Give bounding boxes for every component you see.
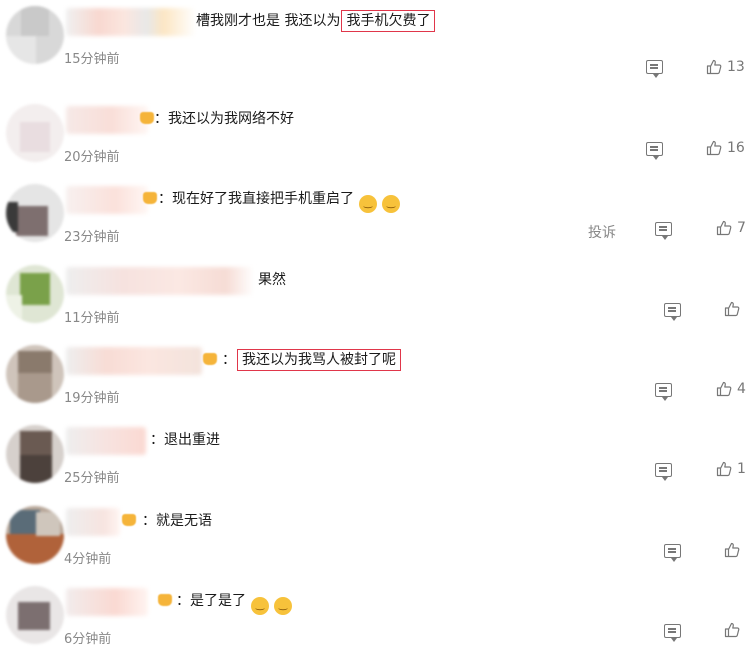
comment-text-main: ：是了是了 bbox=[176, 593, 246, 609]
username-blurred[interactable] bbox=[66, 588, 148, 616]
username-blurred[interactable] bbox=[66, 106, 148, 134]
comment-icon[interactable] bbox=[646, 60, 663, 78]
thumbs-up-icon bbox=[706, 140, 722, 156]
comment-text: ：是了是了 ‿ ‿ bbox=[176, 591, 292, 615]
avatar[interactable] bbox=[6, 6, 64, 64]
laughing-face-emoji: ‿ bbox=[382, 195, 400, 213]
avatar[interactable] bbox=[6, 184, 64, 242]
timestamp: 6分钟前 bbox=[64, 632, 112, 647]
comment-text: ：就是无语 bbox=[142, 511, 212, 531]
thumbs-up-icon bbox=[724, 301, 740, 317]
avatar[interactable] bbox=[6, 265, 64, 323]
comment-icon[interactable] bbox=[664, 544, 681, 562]
like-count: 16 bbox=[727, 140, 745, 156]
thumbs-up-icon bbox=[706, 59, 722, 75]
timestamp: 11分钟前 bbox=[64, 311, 120, 326]
report-button[interactable]: 投诉 bbox=[588, 222, 616, 242]
comment-item: ：我还以为我骂人被封了呢 19分钟前 4 bbox=[0, 339, 755, 419]
username-blurred[interactable] bbox=[66, 347, 202, 375]
timestamp: 15分钟前 bbox=[64, 52, 120, 67]
comment-item: 槽我刚才也是 我还以为 我手机欠费了 15分钟前 13 bbox=[0, 0, 755, 80]
username-blurred[interactable] bbox=[66, 267, 254, 295]
avatar[interactable] bbox=[6, 506, 64, 564]
username-blurred[interactable] bbox=[66, 427, 146, 455]
laughing-face-emoji: ‿ bbox=[251, 597, 269, 615]
comment-text-main: ：我还以为我网络不好 bbox=[154, 111, 294, 127]
thumbs-up-icon bbox=[716, 461, 732, 477]
like-button[interactable]: 7 bbox=[716, 220, 746, 236]
avatar[interactable] bbox=[6, 345, 64, 403]
comment-item: 果然 11分钟前 bbox=[0, 259, 755, 339]
comment-icon[interactable] bbox=[655, 463, 672, 481]
vip-badge-icon bbox=[140, 112, 154, 124]
like-count: 13 bbox=[727, 59, 745, 75]
comment-item: ：退出重进 25分钟前 1 bbox=[0, 419, 755, 499]
like-count: 7 bbox=[737, 220, 746, 236]
laughing-face-emoji: ‿ bbox=[359, 195, 377, 213]
timestamp: 4分钟前 bbox=[64, 552, 112, 567]
timestamp: 23分钟前 bbox=[64, 230, 120, 245]
thumbs-up-icon bbox=[716, 381, 732, 397]
like-count: 1 bbox=[737, 461, 746, 477]
comment-item: ：是了是了 ‿ ‿ 6分钟前 bbox=[0, 580, 755, 660]
timestamp: 25分钟前 bbox=[64, 471, 120, 486]
comment-text-main: ： bbox=[222, 352, 236, 368]
comment-text: ：我还以为我网络不好 bbox=[154, 109, 294, 129]
like-button[interactable] bbox=[724, 301, 740, 317]
vip-badge-icon bbox=[158, 594, 172, 606]
like-button[interactable]: 13 bbox=[706, 59, 745, 75]
comment-icon[interactable] bbox=[664, 303, 681, 321]
username-blurred[interactable] bbox=[66, 508, 120, 536]
thumbs-up-icon bbox=[716, 220, 732, 236]
comment-text: 槽我刚才也是 我还以为 我手机欠费了 bbox=[196, 10, 436, 32]
comment-item: ：我还以为我网络不好 20分钟前 16 bbox=[0, 98, 755, 178]
username-blurred[interactable] bbox=[66, 8, 196, 36]
thumbs-up-icon bbox=[724, 622, 740, 638]
comment-icon[interactable] bbox=[655, 222, 672, 240]
vip-badge-icon bbox=[203, 353, 217, 365]
highlighted-text: 我手机欠费了 bbox=[341, 10, 436, 32]
comment-text-main: ：退出重进 bbox=[150, 432, 220, 448]
timestamp: 20分钟前 bbox=[64, 150, 120, 165]
comment-text: ：现在好了我直接把手机重启了 ‿ ‿ bbox=[158, 189, 400, 213]
comment-icon[interactable] bbox=[664, 624, 681, 642]
avatar[interactable] bbox=[6, 104, 64, 162]
laughing-face-emoji: ‿ bbox=[274, 597, 292, 615]
like-button[interactable] bbox=[724, 542, 740, 558]
timestamp: 19分钟前 bbox=[64, 391, 120, 406]
like-count: 4 bbox=[737, 381, 746, 397]
comment-text: 果然 bbox=[258, 270, 286, 290]
username-blurred[interactable] bbox=[66, 186, 148, 214]
comment-item: ：现在好了我直接把手机重启了 ‿ ‿ 23分钟前 投诉 7 bbox=[0, 178, 755, 258]
like-button[interactable] bbox=[724, 622, 740, 638]
comment-text: ：退出重进 bbox=[150, 430, 220, 450]
comment-text: ：我还以为我骂人被封了呢 bbox=[222, 349, 401, 371]
vip-badge-icon bbox=[122, 514, 136, 526]
comment-text-main: ：现在好了我直接把手机重启了 bbox=[158, 191, 354, 207]
comment-icon[interactable] bbox=[655, 383, 672, 401]
thumbs-up-icon bbox=[724, 542, 740, 558]
like-button[interactable]: 16 bbox=[706, 140, 745, 156]
avatar[interactable] bbox=[6, 586, 64, 644]
comment-item: ：就是无语 4分钟前 bbox=[0, 500, 755, 580]
highlighted-text: 我还以为我骂人被封了呢 bbox=[237, 349, 401, 371]
like-button[interactable]: 4 bbox=[716, 381, 746, 397]
comment-text-main: 果然 bbox=[258, 272, 286, 288]
vip-badge-icon bbox=[143, 192, 157, 204]
avatar[interactable] bbox=[6, 425, 64, 483]
comment-text-main: 槽我刚才也是 我还以为 bbox=[196, 13, 341, 29]
comment-text-main: ：就是无语 bbox=[142, 513, 212, 529]
comment-icon[interactable] bbox=[646, 142, 663, 160]
like-button[interactable]: 1 bbox=[716, 461, 746, 477]
